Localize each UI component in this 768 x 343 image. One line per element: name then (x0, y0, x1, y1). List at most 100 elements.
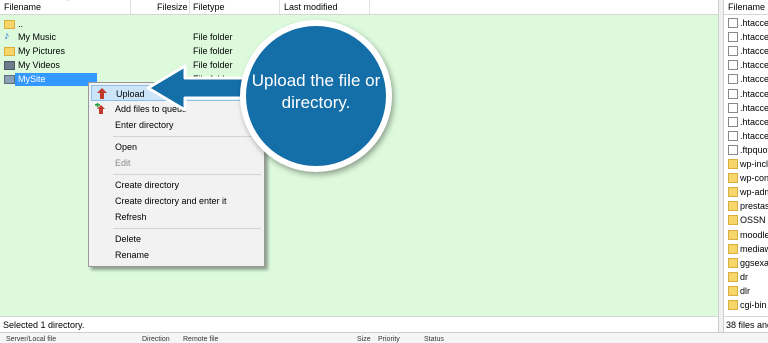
remote-row[interactable]: wp-admin (724, 185, 768, 199)
remote-file-name: .ftpquota (740, 144, 768, 155)
remote-row[interactable]: prestashop (724, 199, 768, 213)
folder-icon (728, 173, 738, 184)
remote-row[interactable]: OSSN (724, 213, 768, 227)
file-name: My Pictures (18, 46, 66, 56)
remote-list-header: Filename (724, 0, 768, 15)
column-header-filename[interactable]: Filename (728, 1, 765, 13)
remote-file-name: ggsexample (740, 257, 768, 268)
file-icon (728, 144, 738, 155)
remote-row[interactable]: .ftpquota (724, 143, 768, 157)
remote-row[interactable]: wp-content (724, 171, 768, 185)
folder-icon (728, 229, 738, 240)
remote-row[interactable]: .htaccess (724, 87, 768, 101)
folder-icon (4, 61, 15, 70)
menu-item-delete[interactable]: Delete (91, 231, 262, 247)
file-icon (728, 32, 738, 43)
column-separator[interactable] (189, 0, 190, 14)
remote-row[interactable]: .htaccess (724, 101, 768, 115)
remote-row[interactable]: .htaccess (724, 58, 768, 72)
folder-icon (728, 271, 738, 282)
folder-icon (728, 243, 738, 254)
remote-file-name: mediawiki (740, 243, 768, 254)
remote-file-name: prestashop (740, 201, 768, 212)
file-icon (728, 46, 738, 57)
file-icon (728, 88, 738, 99)
sort-caret-icon: ^ (66, 0, 70, 5)
column-header-filesize[interactable]: Filesize (157, 1, 188, 13)
file-icon (728, 74, 738, 85)
folder-icon (728, 215, 738, 226)
menu-separator (113, 136, 261, 137)
menu-item-label: Delete (115, 234, 142, 244)
folder-icon (728, 257, 738, 268)
remote-file-list[interactable]: Filename .htaccess .htaccess .htaccess .hta… (724, 0, 768, 316)
menu-item-label: Rename (115, 250, 150, 260)
remote-file-name: .htaccess (740, 116, 768, 127)
transfer-queue-header: Server/Local file Direction Remote file … (0, 332, 768, 343)
local-status-bar: Selected 1 directory. (0, 316, 718, 332)
context-menu: Upload Add files to queue Enter director… (88, 82, 265, 267)
folder-icon (728, 159, 738, 169)
column-separator[interactable] (369, 0, 370, 14)
remote-file-name: .htaccess (740, 130, 768, 141)
file-name: MySite (18, 74, 46, 84)
remote-row[interactable]: dr (724, 270, 768, 284)
folder-icon (4, 20, 15, 29)
remote-row[interactable]: dlr (724, 284, 768, 298)
remote-file-name: wp-admin (740, 187, 768, 198)
column-separator[interactable] (279, 0, 280, 14)
menu-item-create-directory[interactable]: Create directory (91, 177, 262, 193)
menu-item-create-directory-and-enter[interactable]: Create directory and enter it (91, 193, 262, 209)
folder-icon (4, 75, 15, 84)
remote-file-name: wp-content (740, 173, 768, 184)
menu-item-enter-directory[interactable]: Enter directory (91, 117, 262, 133)
remote-row[interactable]: .htaccess (724, 72, 768, 86)
menu-item-label: Add files to queue (115, 104, 188, 114)
column-header-filetype[interactable]: Filetype (193, 1, 225, 13)
column-separator[interactable] (130, 0, 131, 14)
folder-icon (4, 47, 15, 56)
remote-row[interactable]: .htaccess (724, 44, 768, 58)
menu-item-label: Refresh (115, 212, 147, 222)
file-icon (728, 102, 738, 113)
folder-icon (728, 187, 738, 198)
remote-row[interactable]: .htaccess (724, 30, 768, 44)
remote-row[interactable]: cgi-bin (724, 298, 768, 312)
file-name: .. (18, 19, 24, 29)
column-header-filename[interactable]: Filename (4, 1, 41, 13)
file-type: File folder (193, 46, 233, 56)
folder-icon (728, 285, 738, 296)
menu-item-label: Upload (116, 89, 145, 99)
menu-item-refresh[interactable]: Refresh (91, 209, 262, 225)
remote-row[interactable]: .htaccess (724, 129, 768, 143)
remote-row[interactable]: mediawiki (724, 242, 768, 256)
menu-item-rename[interactable]: Rename (91, 247, 262, 263)
menu-separator (113, 174, 261, 175)
remote-row[interactable]: ggsexample (724, 256, 768, 270)
menu-item-open[interactable]: Open (91, 139, 262, 155)
remote-file-name: .htaccess (740, 88, 768, 99)
menu-item-label: Create directory (115, 180, 180, 190)
remote-row[interactable]: moodle (724, 228, 768, 242)
menu-item-label: Edit (115, 158, 131, 168)
remote-row[interactable]: .htaccess (724, 115, 768, 129)
remote-file-name: dr (740, 271, 749, 282)
menu-item-upload[interactable]: Upload (91, 85, 262, 101)
add-to-queue-icon (95, 103, 105, 114)
column-header-last-modified[interactable]: Last modified (284, 1, 338, 13)
remote-file-name: .htaccess (740, 74, 768, 85)
file-row-parent[interactable]: .. (0, 18, 718, 31)
file-icon (728, 116, 738, 127)
remote-row[interactable]: wp-includes (724, 157, 768, 171)
remote-file-name: dlr (740, 285, 751, 296)
file-type: File folder (193, 60, 233, 70)
remote-file-name: moodle (740, 229, 768, 240)
file-name: My Videos (18, 60, 60, 70)
remote-row[interactable]: .htaccess (724, 16, 768, 30)
folder-icon (728, 300, 738, 310)
menu-separator (113, 228, 261, 229)
menu-item-edit: Edit (91, 155, 262, 171)
folder-icon (728, 201, 738, 212)
menu-item-add-to-queue[interactable]: Add files to queue (91, 101, 262, 117)
remote-file-name: cgi-bin (740, 300, 767, 310)
